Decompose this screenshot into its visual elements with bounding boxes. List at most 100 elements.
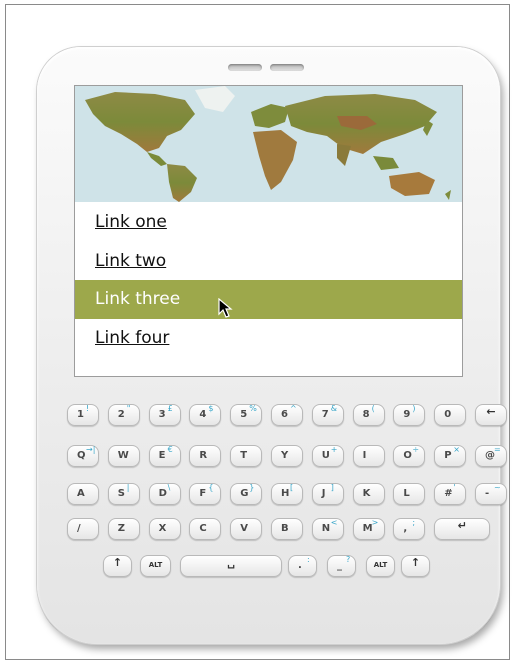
- key-primary-char: A: [77, 488, 85, 499]
- key-alt-char: >: [371, 518, 379, 527]
- key-primary-char: X: [158, 523, 167, 534]
- key-A[interactable]: A: [67, 483, 99, 505]
- menu-item-link-one[interactable]: Link one: [75, 203, 462, 242]
- key-0[interactable]: 0: [434, 404, 467, 426]
- key-X[interactable]: X: [148, 518, 181, 540]
- key-J[interactable]: J]: [311, 483, 344, 505]
- key-primary-char: I: [362, 450, 367, 461]
- key-alt-char: €: [167, 445, 173, 454]
- space-key[interactable]: ␣: [180, 555, 282, 577]
- shift-key[interactable]: ↑: [103, 555, 132, 577]
- key-K[interactable]: K: [352, 483, 385, 505]
- key-primary-char: N: [321, 523, 331, 534]
- key-primary-char: Z: [117, 523, 126, 534]
- key-primary-char: R: [199, 450, 208, 461]
- key-primary-char: S: [117, 488, 125, 499]
- alt-key[interactable]: ALT: [366, 555, 395, 577]
- key-alt-char: }: [249, 483, 255, 492]
- key-Z[interactable]: Z: [107, 518, 140, 540]
- backspace-icon: ←: [486, 405, 496, 418]
- key-H[interactable]: H[: [271, 483, 303, 505]
- key-primary-char: E: [158, 450, 166, 461]
- key-O[interactable]: O ÷: [393, 445, 426, 467]
- key-alt-char: =: [494, 445, 501, 454]
- key-/[interactable]: /: [67, 518, 99, 540]
- menu-item-link-four[interactable]: Link four: [75, 319, 462, 358]
- menu-item-label: Link one: [95, 212, 167, 232]
- key-N[interactable]: N <: [311, 518, 344, 540]
- menu-item-link-three[interactable]: Link three: [75, 280, 462, 319]
- key-_[interactable]: _?: [327, 555, 356, 577]
- key-alt-char: ]: [330, 483, 334, 492]
- key-F[interactable]: F{: [189, 483, 222, 505]
- key-1[interactable]: 1!: [67, 404, 99, 426]
- key-alt-char: ": [126, 404, 131, 413]
- key-7[interactable]: 7 &: [311, 404, 344, 426]
- key-alt-char: +: [330, 445, 338, 454]
- key-alt-char: \: [167, 483, 171, 492]
- key-6[interactable]: 6 ^: [271, 404, 303, 426]
- key-alt-char: ^: [290, 404, 297, 413]
- key-B[interactable]: B: [271, 518, 303, 540]
- key-alt-char: !: [86, 404, 90, 413]
- key-G[interactable]: G}: [230, 483, 263, 505]
- speaker-grille-left: [228, 64, 262, 71]
- key-2[interactable]: 2 ": [107, 404, 140, 426]
- key-E[interactable]: E €: [148, 445, 181, 467]
- key-primary-char: V: [240, 523, 248, 534]
- key-primary-char: #: [444, 488, 453, 499]
- key-primary-char: B: [281, 523, 289, 534]
- key-M[interactable]: M >: [352, 518, 385, 540]
- key--[interactable]: - ~: [475, 483, 507, 505]
- key-9[interactable]: 9): [393, 404, 426, 426]
- key-primary-char: -: [485, 488, 490, 499]
- key-@[interactable]: @ =: [475, 445, 507, 467]
- shift-icon: ↑: [410, 556, 421, 569]
- backspace-key[interactable]: ←: [475, 404, 507, 426]
- key-#[interactable]: # ': [434, 483, 467, 505]
- key-alt-char: ): [412, 404, 416, 413]
- key-alt-char: {: [208, 483, 214, 492]
- key-P[interactable]: P ×: [434, 445, 467, 467]
- space-icon: ␣: [227, 556, 235, 569]
- key-primary-char: Y: [281, 450, 289, 461]
- enter-icon: ↵: [457, 519, 467, 532]
- key-alt-char: :: [307, 555, 310, 564]
- key-.[interactable]: .:: [288, 555, 317, 577]
- menu-item-link-two[interactable]: Link two: [75, 242, 462, 281]
- key-primary-char: U: [321, 450, 330, 461]
- key-R[interactable]: R: [189, 445, 222, 467]
- key-V[interactable]: V: [230, 518, 263, 540]
- mouse-pointer-icon: [218, 298, 233, 318]
- link-menu: Link one Link two Link three Link four: [75, 203, 462, 357]
- key-primary-char: Q: [77, 450, 86, 461]
- shift-key[interactable]: ↑: [401, 555, 430, 577]
- key-D[interactable]: D \: [148, 483, 181, 505]
- key-Q[interactable]: Q →|: [67, 445, 99, 467]
- key-8[interactable]: 8(: [352, 404, 385, 426]
- key-alt-char: ': [453, 483, 456, 492]
- key-primary-char: /: [77, 523, 81, 534]
- key-U[interactable]: U +: [311, 445, 344, 467]
- key-3[interactable]: 3 £: [148, 404, 181, 426]
- key-L[interactable]: L: [393, 483, 426, 505]
- key-W[interactable]: W: [107, 445, 140, 467]
- key-alt-char: ×: [453, 445, 460, 454]
- alt-key[interactable]: ALT: [140, 555, 171, 577]
- key-label: ALT: [148, 561, 163, 569]
- key-T[interactable]: T: [230, 445, 263, 467]
- key-primary-char: _: [337, 560, 342, 571]
- key-primary-char: 5: [240, 409, 248, 420]
- key-alt-char: →|: [86, 445, 96, 454]
- key-4[interactable]: 4 $: [189, 404, 222, 426]
- key-primary-char: C: [199, 523, 207, 534]
- key-primary-char: 7: [321, 409, 329, 420]
- key-,[interactable]: ,;: [393, 518, 426, 540]
- enter-key[interactable]: ↵: [434, 518, 491, 540]
- key-C[interactable]: C: [189, 518, 222, 540]
- key-S[interactable]: S |: [107, 483, 140, 505]
- key-I[interactable]: I: [352, 445, 385, 467]
- key-alt-char: ?: [346, 555, 351, 564]
- key-5[interactable]: 5%: [230, 404, 263, 426]
- key-Y[interactable]: Y: [271, 445, 303, 467]
